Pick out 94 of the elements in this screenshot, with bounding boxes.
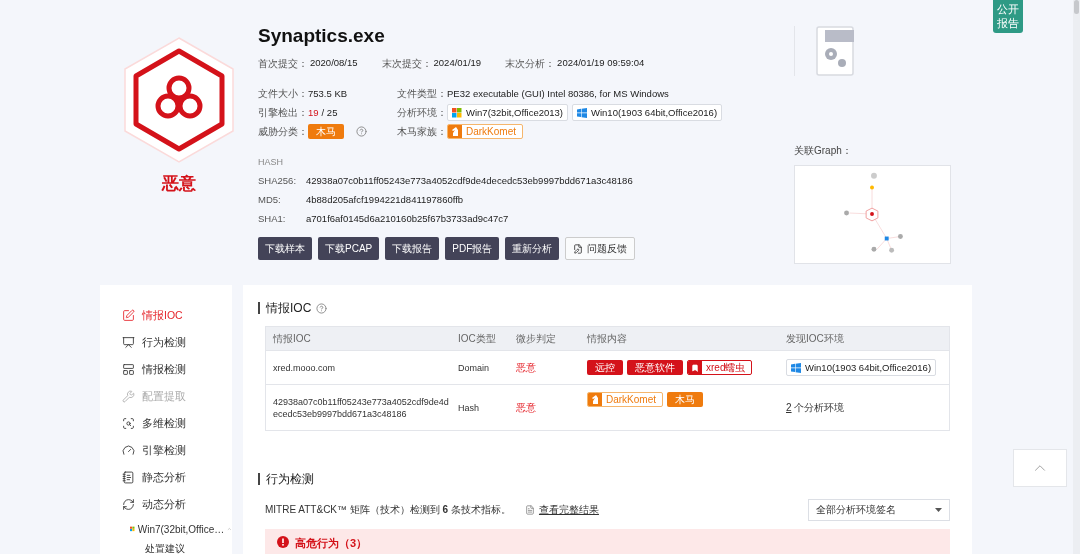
environment-select[interactable]: 全部分析环境签名 (808, 499, 950, 521)
hash-label: SHA256: (258, 175, 298, 186)
column-header: 发现IOC环境 (786, 331, 845, 346)
column-header: 情报内容 (587, 331, 628, 346)
file-name: Synaptics.exe (258, 24, 386, 48)
date-label: 末次分析： (505, 57, 556, 71)
sidebar-item[interactable]: 引擎检测 (100, 437, 232, 464)
date-value: 2024/01/19 (433, 57, 482, 70)
presentation-icon (122, 336, 135, 349)
alert-icon (277, 536, 289, 548)
detection-total: / 25 (321, 107, 338, 118)
full-results-link[interactable]: 查看完整结果 (524, 503, 599, 517)
tag: 恶意软件 (627, 360, 683, 375)
dropdown-caret-icon (935, 508, 942, 512)
help-icon[interactable] (316, 302, 328, 314)
exe-file-icon (816, 26, 854, 76)
field-label: 引擎检出： (258, 105, 308, 120)
action-button[interactable]: PDF报告 (445, 237, 500, 260)
hash-label: MD5: (258, 194, 282, 205)
date-value: 2024/01/19 09:59:04 (557, 57, 645, 70)
field-label: 分析环境： (397, 105, 447, 120)
column-header: 情报IOC (273, 331, 312, 346)
sidebar-subitem[interactable]: 处置建议 (100, 540, 232, 554)
environment-chip[interactable]: Win7(32bit,Office2013) (447, 104, 568, 121)
threat-tag: 木马 (308, 124, 344, 139)
hash-value: 4b88d205afcf1994221d841197860ffb (306, 194, 464, 205)
field-label: 木马家族： (397, 124, 447, 139)
gauge-icon (122, 444, 135, 457)
hash-label: SHA1: (258, 213, 287, 224)
notebook-icon (122, 471, 135, 484)
tag: 远控 (587, 360, 623, 375)
graph-label: 关联Graph： (794, 144, 853, 158)
bookmark-icon (691, 363, 699, 372)
windows-logo-icon (577, 107, 587, 118)
date-label: 末次提交： (381, 57, 432, 71)
horse-icon (451, 127, 459, 136)
table-cell-text: 42938a07c0b11ff05243e773a4052cdf9de4decedc53eb9997bdd671a3c48186 (273, 395, 450, 420)
action-button[interactable]: 问题反馈 (565, 237, 636, 260)
alert-title: 高危行为（3） (295, 536, 368, 551)
column-header: IOC类型 (458, 331, 497, 346)
scrollbar[interactable] (1073, 0, 1080, 554)
hash-title: HASH (258, 157, 284, 167)
section-title: 行为检测 (266, 473, 314, 485)
sidebar-item[interactable]: 静态分析 (100, 464, 232, 491)
table-cell-text: Domain (458, 361, 490, 374)
field-value: PE32 executable (GUI) Intel 80386, for MS Windows (447, 88, 669, 99)
feedback-icon (573, 243, 584, 254)
date-value: 2020/08/15 (310, 57, 358, 70)
field-label: 文件类型： (397, 86, 447, 101)
action-button[interactable]: 下载报告 (385, 237, 440, 260)
table-cell-text: 恶意 (516, 401, 537, 414)
environment-chip[interactable]: Win10(1903 64bit,Office2016) (572, 104, 723, 121)
hash-value: 42938a07c0b11ff05243e773a4052cdf9de4decedc53eb9997bdd671a3c48186 (306, 175, 633, 186)
date-label: 首次提交： (258, 57, 308, 71)
document-icon (524, 505, 535, 515)
table-cell-text: Hash (458, 401, 480, 414)
help-icon[interactable] (356, 126, 367, 137)
refresh-icon (122, 498, 135, 511)
family-tag: DarkKomet (447, 124, 523, 139)
edit-icon (122, 309, 135, 322)
section-title: 情报IOC (266, 302, 312, 314)
table-cell-text: 恶意 (516, 361, 537, 374)
action-button[interactable]: 下载样本 (258, 237, 312, 260)
verdict-label: 恶意 (162, 173, 196, 195)
hash-value: a701f6af0145d6a210160b25f67b3733ad9c47c7 (306, 213, 509, 224)
sidebar-item[interactable]: 动态分析 (100, 491, 232, 518)
tag: xred蠕虫 (687, 360, 753, 375)
layout-icon (122, 363, 135, 376)
windows-logo-icon (791, 362, 801, 373)
tag: DarkKomet (587, 392, 663, 407)
back-to-top-button[interactable] (1013, 449, 1067, 487)
scan-search-icon (122, 417, 135, 430)
sidebar-subitem[interactable]: Win7(32bit,Office… (100, 518, 232, 540)
relation-graph-drawing[interactable] (794, 165, 951, 264)
environment-count[interactable]: 2 个分析环境 (786, 401, 845, 414)
sidebar-item[interactable]: 情报检测 (100, 356, 232, 383)
field-value: 753.5 KB (308, 88, 348, 99)
environment-chip[interactable]: Win10(1903 64bit,Office2016) (786, 359, 937, 376)
windows-flag-icon (452, 107, 462, 118)
sidebar-item[interactable]: 多维检测 (100, 410, 232, 437)
action-button[interactable]: 下载PCAP (318, 237, 380, 260)
field-label: 文件大小： (258, 86, 308, 101)
action-button[interactable]: 重新分析 (505, 237, 560, 260)
horse-icon (591, 395, 599, 404)
wrench-icon (122, 390, 135, 403)
sidebar-item[interactable]: 情报IOC (100, 302, 232, 329)
sidebar-item[interactable]: 行为检测 (100, 329, 232, 356)
detection-hits: 19 (308, 107, 319, 118)
tag: 木马 (667, 392, 703, 407)
column-header: 微步判定 (516, 331, 557, 346)
field-label: 威胁分类： (258, 124, 308, 139)
summary-text: MITRE ATT&CK™ 矩阵（技术）检测到 6 条技术指标。 (265, 503, 511, 517)
table-cell-text: xred.mooo.com (273, 361, 337, 374)
windows-flag-icon (130, 524, 135, 534)
